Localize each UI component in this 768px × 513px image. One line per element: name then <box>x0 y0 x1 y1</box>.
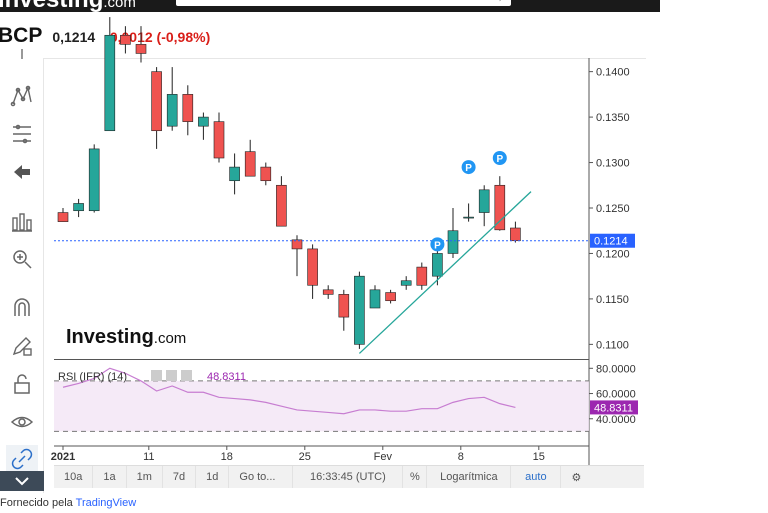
price-tick-label: 0.1250 <box>596 203 630 215</box>
rsi-value: 48.8311 <box>207 371 246 383</box>
time-tick-label: 15 <box>533 451 545 463</box>
candle-body <box>276 184 287 227</box>
trend-line <box>358 191 532 354</box>
candle-body <box>244 151 256 177</box>
last-price-label: 0.1214 <box>594 236 628 248</box>
range-1m-button[interactable]: 1m <box>127 466 163 488</box>
range-1a-button[interactable]: 1a <box>93 466 127 488</box>
candle-body <box>73 203 84 212</box>
price-tick-label: 0.1400 <box>596 67 630 79</box>
gear-icon[interactable] <box>166 370 177 381</box>
candle-body <box>494 184 506 231</box>
candle-body <box>432 253 443 277</box>
time-tick-label: 25 <box>299 451 311 463</box>
footer-credit: Fornecido pela TradingView <box>0 497 136 509</box>
log-toggle[interactable]: Logarítmica <box>427 466 512 488</box>
candle-body <box>151 71 162 132</box>
candle-body <box>478 189 490 213</box>
candle-body <box>260 166 272 182</box>
watermark-logo: Investing.com <box>66 326 186 348</box>
candle-body <box>104 34 116 132</box>
range-7d-button[interactable]: 7d <box>163 466 197 488</box>
candle-body <box>229 166 240 182</box>
price-tick-label: 0.1150 <box>596 294 629 306</box>
tradingview-link[interactable]: TradingView <box>76 497 137 509</box>
candle-body <box>463 216 474 219</box>
candle-body <box>120 34 131 45</box>
candle-body <box>322 289 334 295</box>
candle-body <box>88 148 100 212</box>
rsi-tick-label: 80.0000 <box>596 363 636 375</box>
pivot-label: P <box>465 163 472 174</box>
time-tick-label: 11 <box>143 451 154 463</box>
time-tick-label: Fev <box>374 451 393 463</box>
credit-text: Fornecido pela <box>0 497 73 509</box>
rsi-tick-label: 40.0000 <box>596 414 636 426</box>
candle-body <box>338 294 350 318</box>
pivot-label: P <box>496 154 503 165</box>
price-tick-label: 0.1350 <box>596 112 630 124</box>
candle-body <box>369 289 381 309</box>
time-tick-label: 2021 <box>51 451 75 463</box>
candle-body <box>447 230 459 254</box>
candle-body <box>291 239 303 250</box>
price-tick-label: 0.1100 <box>596 339 629 351</box>
chart-bottom-bar: 10a 1a 1m 7d 1d Go to... 16:33:45 (UTC) … <box>54 465 644 488</box>
range-10a-button[interactable]: 10a <box>54 466 94 488</box>
range-1d-button[interactable]: 1d <box>196 466 230 488</box>
candle-body <box>135 44 147 54</box>
pivot-label: P <box>434 240 441 251</box>
time-tick-label: 8 <box>458 451 464 463</box>
auto-toggle[interactable]: auto <box>511 466 562 488</box>
candle-body <box>510 227 521 242</box>
pane-divider <box>54 359 589 360</box>
candle-body <box>57 212 69 222</box>
candle-body <box>400 280 412 286</box>
candle-body <box>354 275 365 345</box>
candle-body <box>166 94 178 127</box>
percent-toggle[interactable]: % <box>403 466 428 488</box>
goto-button[interactable]: Go to... <box>229 466 294 488</box>
candle-body <box>182 94 194 122</box>
rsi-label: RSI (IFR) (14) <box>58 371 127 383</box>
candle-body <box>198 116 209 127</box>
rsi-value-label: 48.8311 <box>594 402 633 414</box>
settings-icon[interactable] <box>151 370 162 381</box>
chart-settings-icon[interactable]: ⚙ <box>561 466 591 488</box>
price-tick-label: 0.1200 <box>596 248 630 260</box>
clock-display: 16:33:45 (UTC) <box>293 466 404 488</box>
candle-body <box>307 248 318 286</box>
price-chart[interactable]: 0.1214 P P P 0.1400 0.1350 0.1300 0.1250 0.1200… <box>0 0 646 465</box>
price-tick-label: 0.1300 <box>596 158 630 170</box>
close-icon[interactable] <box>181 370 192 381</box>
candle-body <box>385 292 396 302</box>
candle-body <box>416 266 428 286</box>
rsi-tick-label: 60.0000 <box>596 389 636 401</box>
candle-body <box>213 121 225 159</box>
collapse-toolbar-icon[interactable] <box>0 471 44 491</box>
time-tick-label: 18 <box>221 451 233 463</box>
